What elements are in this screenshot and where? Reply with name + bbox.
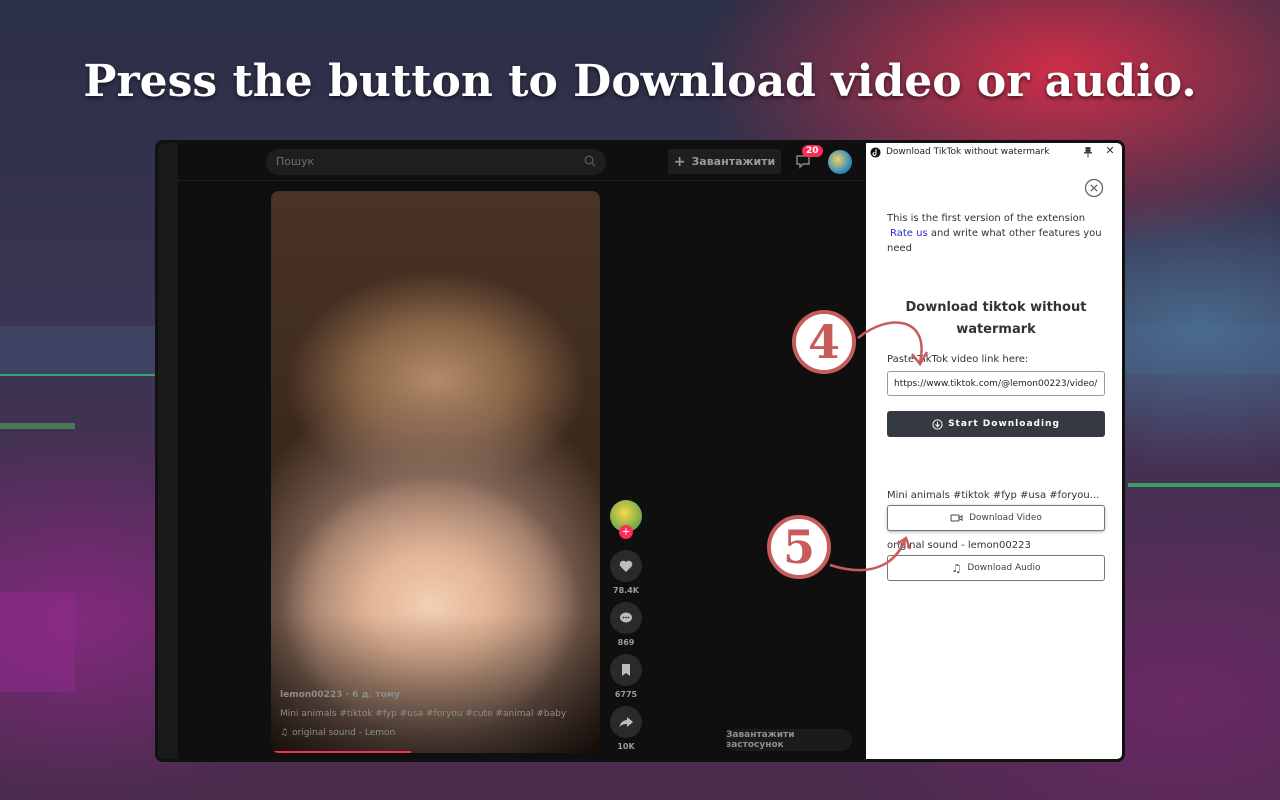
heart-icon <box>619 560 633 572</box>
upload-label: Завантажити <box>691 155 776 168</box>
background-glitch-line <box>0 374 155 376</box>
video-sound[interactable]: original sound - Lemon <box>292 724 395 743</box>
bookmark-icon <box>622 664 630 676</box>
sidebar-edge <box>158 143 178 759</box>
video-author[interactable]: lemon00223 · 6 д. тому <box>280 686 566 705</box>
start-downloading-button[interactable]: Start Downloading <box>887 411 1105 437</box>
video-meta: lemon00223 · 6 д. тому Mini animals #tik… <box>280 686 566 743</box>
browser-window: Пошук + Завантажити 20 lemon00223 · 6 д.… <box>155 140 1125 762</box>
like-button[interactable] <box>610 550 642 582</box>
plus-icon: + <box>673 153 686 170</box>
video-progress-bar[interactable] <box>271 751 411 753</box>
save-button[interactable] <box>610 654 642 686</box>
step-callout-paste: 4 <box>792 310 856 374</box>
get-app-button[interactable]: Завантажити застосунок <box>726 729 852 751</box>
background-glitch-block <box>0 592 75 692</box>
upload-button[interactable]: + Завантажити <box>668 149 781 174</box>
headline: Press the button to Download video or au… <box>83 56 1197 107</box>
sound-title: original sound - lemon00223 <box>887 540 1031 551</box>
search-icon[interactable] <box>584 155 596 167</box>
url-input[interactable] <box>887 371 1105 396</box>
inbox-badge: 20 <box>802 145 823 157</box>
intro-text: This is the first version of the extensi… <box>887 211 1107 256</box>
share-count: 10K <box>617 742 635 751</box>
comment-icon <box>620 612 632 623</box>
music-note-icon: ♫ <box>951 561 962 575</box>
download-audio-button[interactable]: ♫ Download Audio <box>887 555 1105 581</box>
video-player[interactable]: lemon00223 · 6 д. тому Mini animals #tik… <box>271 191 600 753</box>
step-callout-download: 5 <box>767 515 831 579</box>
background-glitch-line <box>0 423 75 429</box>
intro-line: This is the first version of the extensi… <box>887 213 1086 224</box>
like-count: 78.4K <box>613 586 639 595</box>
tiktok-page: Пошук + Завантажити 20 lemon00223 · 6 д.… <box>158 143 866 759</box>
start-downloading-label: Start Downloading <box>948 419 1060 429</box>
extension-title: Download TikTok without watermark <box>886 147 1050 157</box>
rate-us-link[interactable]: Rate us <box>890 228 928 239</box>
avatar[interactable] <box>828 150 852 174</box>
video-caption: Mini animals #tiktok #fyp #usa #foryou #… <box>280 709 567 719</box>
pin-icon[interactable] <box>1083 146 1093 158</box>
download-video-label: Download Video <box>969 513 1042 523</box>
tiktok-logo-icon <box>870 146 881 158</box>
video-camera-icon <box>950 514 963 522</box>
share-button[interactable] <box>610 706 642 738</box>
share-icon <box>619 717 633 728</box>
download-audio-label: Download Audio <box>967 563 1041 573</box>
close-circle-icon[interactable] <box>1084 178 1104 198</box>
extension-panel: Download TikTok without watermark ✕ This… <box>866 143 1122 759</box>
paste-label: Paste TikTok video link here: <box>887 354 1029 365</box>
save-count: 6775 <box>614 690 638 699</box>
comment-button[interactable] <box>610 602 642 634</box>
music-note-icon: ♫ <box>280 728 289 738</box>
download-video-button[interactable]: Download Video <box>887 505 1105 531</box>
search-input[interactable]: Пошук <box>276 155 314 168</box>
follow-plus-icon[interactable]: + <box>619 525 633 539</box>
close-icon[interactable]: ✕ <box>1104 145 1116 157</box>
download-circle-icon <box>932 418 943 430</box>
tiktok-header: Пошук + Завантажити 20 <box>178 143 866 181</box>
video-title: Mini animals #tiktok #fyp #usa #foryou..… <box>887 490 1100 501</box>
extension-heading: Download tiktok without watermark <box>905 300 1087 337</box>
background-glitch-line <box>1128 483 1280 487</box>
comment-count: 869 <box>617 638 635 647</box>
search-bar[interactable]: Пошук <box>266 149 606 175</box>
